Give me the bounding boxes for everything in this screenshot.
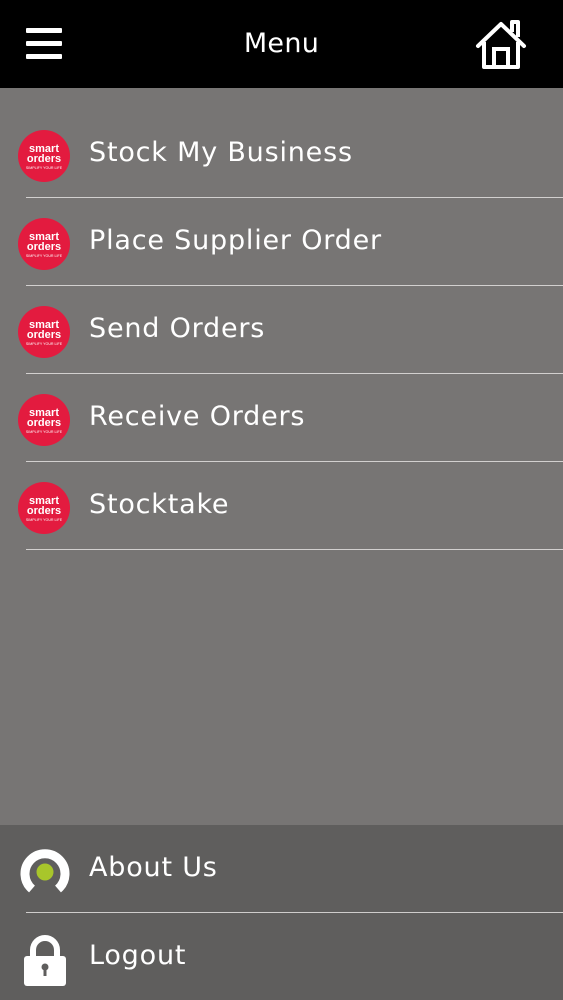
menu-item-label: Send Orders bbox=[89, 313, 266, 344]
menu-item-label: Stock My Business bbox=[89, 137, 353, 168]
menu-item-label: About Us bbox=[89, 852, 218, 883]
menu-item-send-orders[interactable]: smart orders SIMPLIFY YOUR LIFE Send Ord… bbox=[0, 286, 563, 374]
menu-screen: Menu smart orders SIMPLIFY YOUR LIFE Sto… bbox=[0, 0, 563, 1000]
menu-item-stocktake[interactable]: smart orders SIMPLIFY YOUR LIFE Stocktak… bbox=[0, 462, 563, 550]
smart-orders-logo-icon: smart orders SIMPLIFY YOUR LIFE bbox=[18, 130, 70, 182]
svg-text:orders: orders bbox=[27, 505, 61, 517]
menu-item-stock-my-business[interactable]: smart orders SIMPLIFY YOUR LIFE Stock My… bbox=[0, 110, 563, 198]
smart-orders-logo-icon: smart orders SIMPLIFY YOUR LIFE bbox=[18, 394, 70, 446]
smart-orders-logo-icon: smart orders SIMPLIFY YOUR LIFE bbox=[18, 218, 70, 270]
menu-item-label: Place Supplier Order bbox=[89, 225, 382, 256]
menu-item-label: Receive Orders bbox=[89, 401, 306, 432]
menu-item-label: Stocktake bbox=[89, 489, 230, 520]
svg-text:orders: orders bbox=[27, 153, 61, 165]
menu-item-place-supplier-order[interactable]: smart orders SIMPLIFY YOUR LIFE Place Su… bbox=[0, 198, 563, 286]
bottom-menu: About Us Logout bbox=[0, 825, 563, 1000]
svg-text:SIMPLIFY YOUR LIFE: SIMPLIFY YOUR LIFE bbox=[26, 430, 63, 434]
padlock-icon bbox=[24, 935, 66, 986]
menu-item-receive-orders[interactable]: smart orders SIMPLIFY YOUR LIFE Receive … bbox=[0, 374, 563, 462]
menu-item-about-us[interactable]: About Us bbox=[0, 825, 563, 913]
menu-item-label: Logout bbox=[89, 940, 187, 971]
svg-text:orders: orders bbox=[27, 329, 61, 341]
divider bbox=[26, 549, 563, 550]
svg-text:SIMPLIFY YOUR LIFE: SIMPLIFY YOUR LIFE bbox=[26, 254, 63, 258]
smart-orders-logo-icon: smart orders SIMPLIFY YOUR LIFE bbox=[18, 306, 70, 358]
top-bar: Menu bbox=[0, 0, 563, 88]
svg-text:orders: orders bbox=[27, 241, 61, 253]
svg-text:SIMPLIFY YOUR LIFE: SIMPLIFY YOUR LIFE bbox=[26, 166, 63, 170]
smart-orders-logo-icon: smart orders SIMPLIFY YOUR LIFE bbox=[18, 482, 70, 534]
menu-item-logout[interactable]: Logout bbox=[0, 913, 563, 1000]
main-menu-list: smart orders SIMPLIFY YOUR LIFE Stock My… bbox=[0, 110, 563, 550]
svg-text:orders: orders bbox=[27, 417, 61, 429]
svg-text:SIMPLIFY YOUR LIFE: SIMPLIFY YOUR LIFE bbox=[26, 518, 63, 522]
svg-text:SIMPLIFY YOUR LIFE: SIMPLIFY YOUR LIFE bbox=[26, 342, 63, 346]
about-ring-icon bbox=[20, 849, 70, 893]
home-icon[interactable] bbox=[472, 16, 530, 72]
